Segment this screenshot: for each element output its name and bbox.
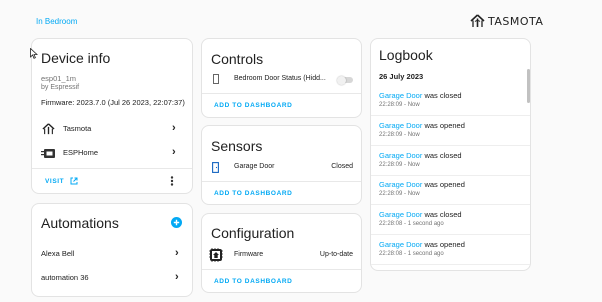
chevron-right-icon: › bbox=[175, 247, 179, 259]
control-entity-name[interactable]: Bedroom Door Status (Hidd... bbox=[234, 75, 326, 82]
tasmota-brand: TASMOTA bbox=[470, 14, 543, 28]
log-time: 22:28:08 - 1 second ago bbox=[379, 221, 444, 227]
log-event: was closed bbox=[424, 151, 462, 160]
logbook-title: Logbook bbox=[379, 47, 433, 63]
automations-title: Automations bbox=[41, 215, 119, 231]
log-event: was opened bbox=[424, 240, 465, 249]
door-closed-icon bbox=[212, 162, 219, 173]
logbook-scrollbar[interactable] bbox=[527, 69, 530, 103]
sensors-title: Sensors bbox=[211, 138, 263, 154]
controls-card: Controls Bedroom Door Status (Hidd... AD… bbox=[201, 38, 362, 118]
divider bbox=[202, 93, 361, 94]
configuration-title: Configuration bbox=[211, 225, 295, 241]
chevron-right-icon: › bbox=[175, 271, 179, 283]
log-time: 22:28:08 - 1 second ago bbox=[379, 251, 444, 257]
log-event: was closed bbox=[424, 210, 462, 219]
automation-label: automation 36 bbox=[41, 273, 89, 282]
divider bbox=[371, 175, 530, 176]
open-in-new-icon bbox=[70, 177, 78, 185]
chevron-right-icon: › bbox=[172, 146, 176, 158]
device-info-title: Device info bbox=[41, 50, 111, 66]
toggle-knob bbox=[337, 75, 346, 85]
add-automation-icon[interactable] bbox=[171, 217, 182, 228]
sensor-state: Closed bbox=[331, 163, 353, 170]
logbook-entry: Garage Door was opened 22:28:09 - Now bbox=[379, 121, 465, 138]
breadcrumb-area-link[interactable]: In Bedroom bbox=[36, 17, 77, 26]
log-event: was opened bbox=[424, 121, 465, 130]
automation-item[interactable]: automation 36 › bbox=[32, 268, 192, 288]
logbook-date: 26 July 2023 bbox=[379, 72, 424, 81]
top-bar: In Bedroom TASMOTA bbox=[0, 0, 602, 36]
divider bbox=[32, 168, 192, 169]
automation-item[interactable]: Alexa Bell › bbox=[32, 244, 192, 264]
more-vertical-icon[interactable] bbox=[170, 176, 174, 186]
firmware-update-icon bbox=[209, 248, 223, 262]
divider bbox=[371, 145, 530, 146]
entity-link[interactable]: Garage Door bbox=[379, 210, 422, 219]
tasmota-logo-icon bbox=[470, 14, 485, 27]
divider bbox=[371, 264, 530, 265]
esphome-icon bbox=[41, 149, 55, 158]
device-name: esp01_1m bbox=[41, 74, 77, 83]
integration-label: ESPHome bbox=[63, 148, 99, 157]
mouse-cursor-icon bbox=[30, 48, 38, 59]
automations-card: Automations Alexa Bell › automation 36 › bbox=[31, 203, 193, 297]
log-event: was opened bbox=[424, 180, 465, 189]
entity-link[interactable]: Garage Door bbox=[379, 240, 422, 249]
logbook-entry: Garage Door was opened 22:28:09 - Now bbox=[379, 180, 465, 197]
visit-link[interactable]: VISIT bbox=[45, 177, 78, 185]
log-time: 22:28:09 - Now bbox=[379, 162, 420, 168]
add-to-dashboard-button[interactable]: ADD TO DASHBOARD bbox=[214, 278, 292, 285]
sensor-entity-name[interactable]: Garage Door bbox=[234, 163, 274, 170]
visit-label: VISIT bbox=[45, 177, 65, 185]
divider bbox=[371, 234, 530, 235]
entity-link[interactable]: Garage Door bbox=[379, 121, 422, 130]
device-info-card: Device info esp01_1m by Espressif Firmwa… bbox=[31, 38, 193, 194]
logbook-entry: Garage Door was closed 22:28:08 - 1 seco… bbox=[379, 210, 462, 227]
log-event: was closed bbox=[424, 91, 462, 100]
entity-link[interactable]: Garage Door bbox=[379, 180, 422, 189]
add-to-dashboard-button[interactable]: ADD TO DASHBOARD bbox=[214, 190, 292, 197]
device-firmware: Firmware: 2023.7.0 (Jul 26 2023, 22:07:3… bbox=[41, 98, 185, 107]
tasmota-icon bbox=[42, 123, 55, 135]
integration-row-tasmota[interactable]: Tasmota › bbox=[32, 119, 192, 139]
logbook-card: Logbook 26 July 2023 Garage Door was clo… bbox=[370, 38, 531, 271]
door-icon bbox=[213, 74, 219, 84]
divider bbox=[202, 269, 361, 270]
logbook-entry: Garage Door was closed 22:28:09 - Now bbox=[379, 91, 462, 108]
logbook-entry: Garage Door was closed 22:28:09 - Now bbox=[379, 151, 462, 168]
controls-title: Controls bbox=[211, 51, 264, 67]
entity-link[interactable]: Garage Door bbox=[379, 91, 422, 100]
log-time: 22:28:09 - Now bbox=[379, 102, 420, 108]
entity-link[interactable]: Garage Door bbox=[379, 151, 422, 160]
divider bbox=[371, 115, 530, 116]
add-to-dashboard-button[interactable]: ADD TO DASHBOARD bbox=[214, 102, 292, 109]
brand-name: TASMOTA bbox=[488, 14, 544, 28]
config-entity-name[interactable]: Firmware bbox=[234, 251, 263, 258]
device-manufacturer: by Espressif bbox=[41, 84, 80, 91]
divider bbox=[202, 181, 361, 182]
divider bbox=[371, 204, 530, 205]
integration-label: Tasmota bbox=[63, 124, 92, 133]
chevron-right-icon: › bbox=[172, 122, 176, 134]
sensors-card: Sensors Garage Door Closed ADD TO DASHBO… bbox=[201, 125, 362, 205]
log-time: 22:28:09 - Now bbox=[379, 191, 420, 197]
config-state: Up-to-date bbox=[319, 251, 353, 258]
log-time: 22:28:09 - Now bbox=[379, 132, 420, 138]
integration-row-esphome[interactable]: ESPHome › bbox=[32, 143, 192, 163]
configuration-card: Configuration Firmware Up-to-date ADD TO… bbox=[201, 213, 362, 293]
logbook-entry: Garage Door was opened 22:28:08 - 1 seco… bbox=[379, 240, 465, 257]
automation-label: Alexa Bell bbox=[41, 249, 75, 258]
